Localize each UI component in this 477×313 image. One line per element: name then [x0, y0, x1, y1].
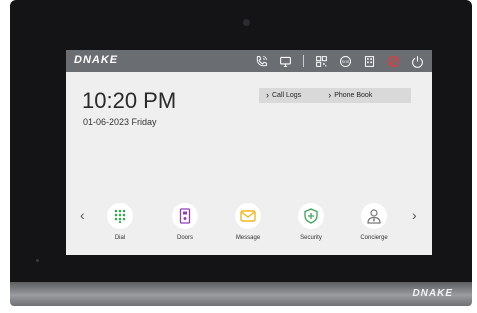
app-dial[interactable]: Dial — [95, 203, 145, 241]
screen-logo: DNAKE — [74, 54, 119, 66]
dial-label: Dial — [114, 235, 126, 241]
clock-time: 10:20 PM — [82, 88, 177, 113]
door-icon — [179, 208, 191, 224]
app-concierge[interactable]: Concierge — [349, 203, 399, 241]
camera-lens — [243, 19, 250, 26]
dial-button[interactable] — [107, 203, 133, 229]
shield-icon — [304, 208, 318, 224]
status-bar: DNAKE SOS — [66, 50, 432, 72]
concierge-button[interactable] — [361, 203, 387, 229]
monitor-icon[interactable] — [279, 55, 292, 68]
status-icons: SOS — [255, 53, 424, 69]
phone-book-label: Phone Book — [334, 92, 373, 99]
touch-screen: DNAKE SOS 10:20 PM 01-06-2023 Friday › C… — [66, 50, 432, 255]
building-icon[interactable] — [363, 55, 376, 68]
next-page-arrow[interactable]: › — [412, 207, 417, 223]
call-logs-label: Call Logs — [272, 92, 302, 99]
qr-code-icon[interactable] — [315, 55, 328, 68]
app-security[interactable]: Security — [286, 203, 336, 241]
device-bottom-bezel — [10, 282, 472, 306]
person-icon — [367, 209, 381, 224]
concierge-label: Concierge — [360, 235, 388, 241]
chevron-right-icon: › — [266, 90, 269, 100]
keypad-icon — [114, 209, 126, 223]
clock-date: 01-06-2023 Friday — [83, 117, 157, 127]
app-message[interactable]: Message — [223, 203, 273, 241]
doors-label: Doors — [176, 235, 193, 241]
envelope-icon — [240, 210, 256, 222]
doors-button[interactable] — [172, 203, 198, 229]
call-logs-link[interactable]: › Call Logs — [259, 91, 301, 100]
message-button[interactable] — [235, 203, 261, 229]
message-label: Message — [235, 235, 261, 241]
phone-icon[interactable] — [255, 55, 268, 68]
do-not-disturb-icon[interactable] — [387, 55, 400, 68]
phone-book-link[interactable]: › Phone Book — [321, 91, 372, 100]
security-label: Security — [300, 235, 322, 241]
status-divider — [303, 55, 304, 67]
previous-page-arrow[interactable]: ‹ — [80, 207, 85, 223]
security-button[interactable] — [298, 203, 324, 229]
chevron-right-icon: › — [328, 90, 332, 100]
power-icon[interactable] — [411, 55, 424, 68]
microphone-hole — [36, 259, 39, 262]
device-brand-logo: DNAKE — [412, 288, 453, 299]
sos-icon[interactable]: SOS — [339, 55, 352, 68]
quick-links-bar: › Call Logs › Phone Book — [259, 88, 411, 103]
svg-text:SOS: SOS — [342, 60, 350, 64]
app-doors[interactable]: Doors — [160, 203, 210, 241]
